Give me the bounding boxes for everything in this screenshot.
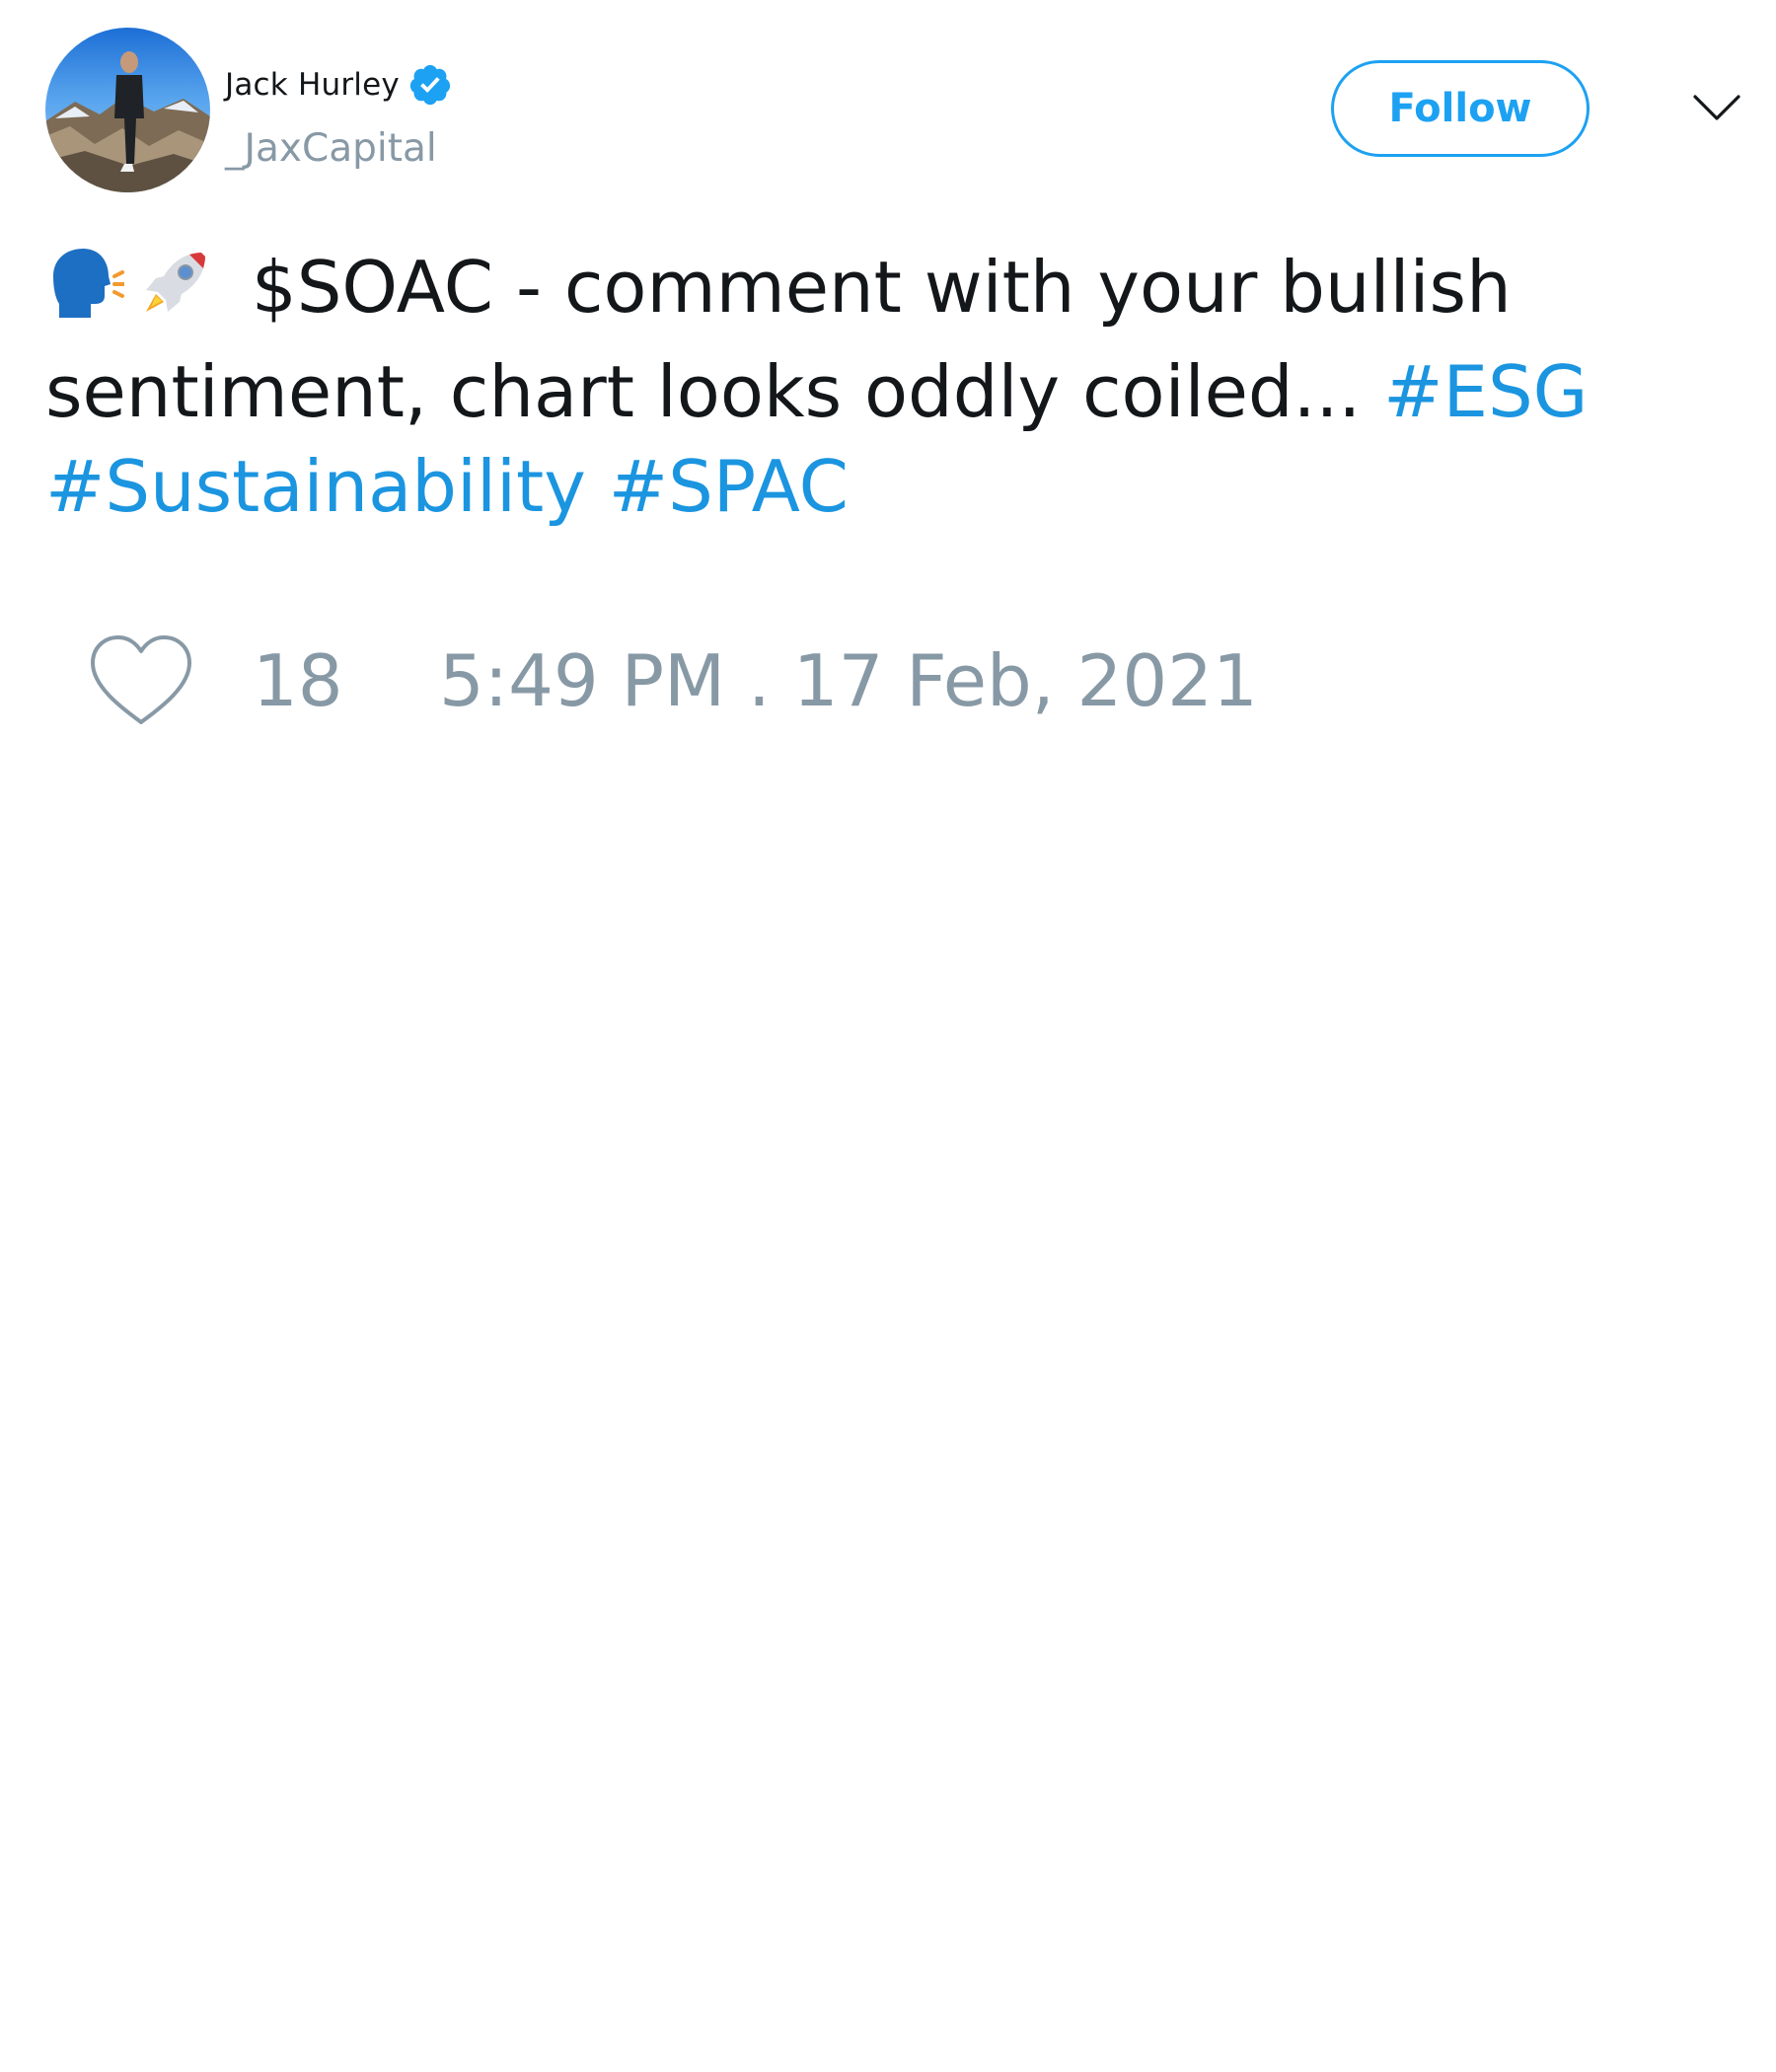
tweet-text-line2: sentiment, chart looks oddly coiled... (45, 350, 1362, 433)
hashtag-sustainability[interactable]: #Sustainability (45, 445, 586, 528)
tweet-timestamp[interactable]: 5:49 PM . 17 Feb, 2021 (439, 639, 1258, 722)
rocket-icon (136, 247, 211, 344)
profile-photo-icon (45, 28, 210, 192)
verified-badge-icon (407, 62, 453, 108)
chevron-down-icon[interactable] (1692, 91, 1741, 126)
follow-button[interactable]: Follow (1331, 60, 1590, 157)
heart-icon[interactable] (89, 633, 193, 728)
author-display-name[interactable]: Jack Hurley (225, 67, 400, 103)
hashtag-esg[interactable]: #ESG (1383, 350, 1588, 433)
tweet-text-line1: $SOAC - comment with your bullish (251, 246, 1512, 329)
author-handle[interactable]: _JaxCapital (225, 126, 437, 171)
hashtag-spac[interactable]: #SPAC (609, 445, 849, 528)
like-count: 18 (253, 639, 343, 722)
avatar[interactable] (45, 28, 210, 192)
tweet-card: Jack Hurley _JaxCapital Follow $SOAC - c… (0, 0, 1776, 2072)
tweet-body: $SOAC - comment with your bullish sentim… (45, 240, 1673, 534)
speaking-head-icon (45, 247, 125, 344)
tweet-footer: 18 5:49 PM . 17 Feb, 2021 (89, 631, 1258, 730)
author-name-row: Jack Hurley (225, 61, 453, 109)
